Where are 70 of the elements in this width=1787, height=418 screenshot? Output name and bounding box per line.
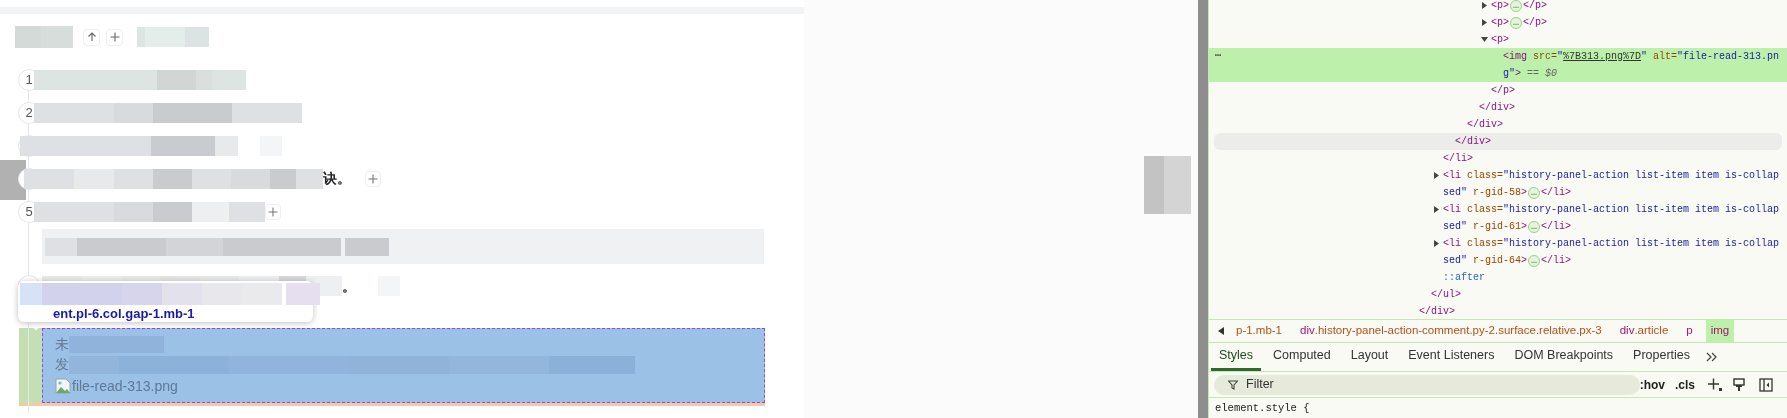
image-alt-text: file-read-313.png: [72, 376, 178, 396]
dom-node[interactable]: <p> … </p>: [1209, 0, 1787, 14]
ellipsis-badge[interactable]: …: [1510, 17, 1523, 29]
plus-icon: [368, 173, 378, 184]
step-number: 2: [25, 103, 33, 122]
dom-node[interactable]: <p> … </p>: [1209, 14, 1787, 31]
collapsed-triangle-icon: [1433, 172, 1440, 179]
pixelated-block: [137, 27, 209, 47]
panel-tab[interactable]: Properties: [1625, 343, 1699, 371]
left-arrow-icon: [1218, 327, 1224, 335]
panel-tab[interactable]: Layout: [1342, 343, 1397, 371]
filter-icon: [1228, 379, 1238, 390]
new-rule-button[interactable]: [1707, 377, 1723, 392]
toolbar-toggle[interactable]: .cls: [1675, 375, 1695, 394]
style-rule-text: element.style {: [1214, 401, 1311, 416]
breadcrumb[interactable]: div.history-panel-action-comment.py-2.surface.relative.px-3: [1295, 320, 1607, 342]
ellipsis-badge[interactable]: …: [1528, 255, 1541, 267]
breadcrumb[interactable]: div.article: [1614, 320, 1674, 342]
collapsed-triangle-icon: [1433, 206, 1440, 213]
dom-node[interactable]: <li class="history-panel-action list-item item is-collapsed" r-gid-64> … </li>: [1209, 235, 1787, 269]
panel-tab[interactable]: Computed: [1265, 343, 1339, 371]
plus-icon: [109, 32, 120, 42]
content-text: 未: [55, 335, 69, 354]
collapsed-triangle-icon: [1481, 2, 1488, 9]
dom-node[interactable]: </div>: [1209, 99, 1787, 116]
pixelated-block: [1144, 156, 1191, 214]
entry-text: 。: [342, 276, 356, 296]
ellipsis-badge[interactable]: …: [1510, 0, 1523, 12]
plus-icon: [268, 206, 278, 217]
arrow-up-icon: [86, 32, 97, 42]
collapsed-triangle-icon: [1481, 19, 1488, 26]
content-text: 发: [55, 355, 69, 374]
entry-text: 诀。: [323, 169, 351, 188]
dom-node[interactable]: <p>: [1209, 31, 1787, 48]
collapsed-triangle-icon: [1433, 240, 1440, 247]
ellipsis-badge[interactable]: …: [1528, 187, 1541, 199]
dom-node[interactable]: </div>: [1209, 303, 1787, 319]
dom-node[interactable]: … <img src="%7B313.png%7D" alt="file-read-313.png"> == $0: [1209, 48, 1787, 82]
breadcrumb[interactable]: img: [1705, 320, 1735, 342]
step-number: 1: [25, 70, 33, 89]
dom-node[interactable]: </p>: [1209, 82, 1787, 99]
sidebar-icon: [1759, 377, 1773, 392]
filter-field[interactable]: Filter: [1214, 374, 1640, 395]
chevrons-icon: [1706, 352, 1719, 362]
breadcrumb[interactable]: p-1.mb-1: [1231, 320, 1288, 342]
panel-tab[interactable]: Styles: [1211, 343, 1262, 371]
panel-tab[interactable]: DOM Breakpoints: [1506, 343, 1622, 371]
breadcrumb[interactable]: p: [1681, 320, 1698, 342]
plus-icon: [1707, 377, 1723, 392]
dom-node[interactable]: </div>: [1209, 116, 1787, 133]
dom-node[interactable]: <li class="history-panel-action list-item item is-collapsed" r-gid-61> … </li>: [1209, 201, 1787, 235]
toggle-sidebar-button[interactable]: [1759, 377, 1773, 392]
dom-node[interactable]: <li class="history-panel-action list-item item is-collapsed" r-gid-58> … </li>: [1209, 167, 1787, 201]
paint-brush-icon: [1733, 377, 1745, 392]
dom-node[interactable]: ::after: [1209, 269, 1787, 286]
broken-image-icon: [55, 378, 71, 394]
pixelated-block: [15, 26, 73, 48]
dom-node[interactable]: </li>: [1209, 150, 1787, 167]
move-up-button[interactable]: [83, 28, 100, 46]
step-number: 5: [25, 202, 33, 221]
panel-tab[interactable]: Event Listeners: [1400, 343, 1503, 371]
filter-input[interactable]: Filter: [1246, 375, 1626, 394]
dom-node[interactable]: </div>: [1214, 133, 1782, 150]
element-selector: ent.pl-6.col.gap-1.mb-1: [53, 305, 195, 323]
toolbar-toggle[interactable]: :hov: [1639, 375, 1665, 394]
expanded-triangle-icon: [1481, 36, 1488, 43]
color-format-button[interactable]: [1733, 377, 1745, 392]
ellipsis-badge[interactable]: …: [1528, 221, 1541, 233]
dom-node[interactable]: </ul>: [1209, 286, 1787, 303]
more-actions-glyph[interactable]: …: [1215, 45, 1221, 62]
